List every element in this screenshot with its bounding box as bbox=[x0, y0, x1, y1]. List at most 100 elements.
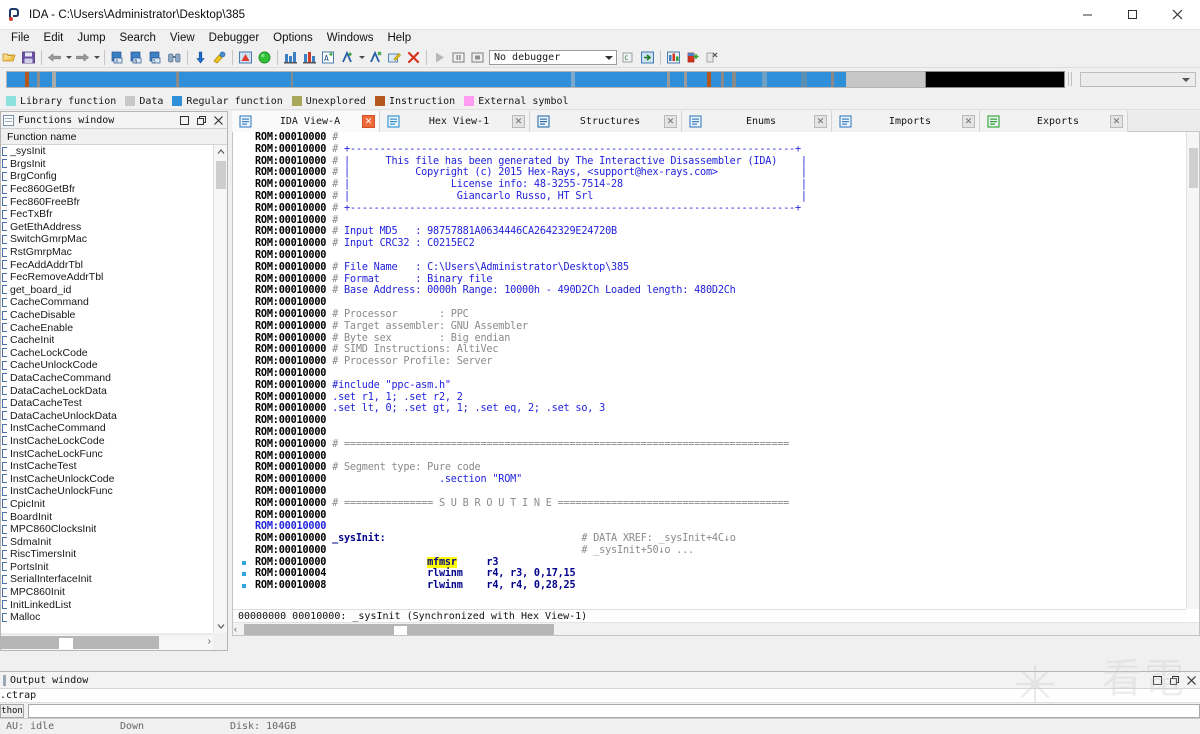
function-list-item[interactable]: DataCacheUnlockData bbox=[1, 409, 213, 422]
scrollbar-thumb[interactable] bbox=[216, 161, 226, 189]
scrollbar-thumb[interactable] bbox=[1189, 148, 1198, 188]
function-list-item[interactable]: InstCacheUnlockCode bbox=[1, 472, 213, 485]
scrollbar-thumb[interactable] bbox=[394, 626, 407, 635]
function-list-item[interactable]: CacheUnlockCode bbox=[1, 359, 213, 372]
menu-view[interactable]: View bbox=[163, 30, 202, 47]
disassembly-line[interactable]: ROM:00010000 #include "ppc-asm.h" bbox=[233, 380, 1186, 392]
functions-list[interactable]: _sysInit BrgsInit BrgConfig Fec860GetBfr Fec… bbox=[1, 145, 213, 633]
disassembly-line[interactable]: ROM:00010000 # Processor Profile: Server bbox=[233, 356, 1186, 368]
function-list-item[interactable]: CacheEnable bbox=[1, 321, 213, 334]
disassembly-line[interactable]: ROM:00010000 bbox=[233, 427, 1186, 439]
jump-to-address-button[interactable]: A bbox=[108, 48, 127, 67]
run-button[interactable] bbox=[255, 48, 274, 67]
maximize-output-button[interactable] bbox=[1149, 673, 1166, 688]
navigation-zoom-select[interactable] bbox=[1080, 72, 1196, 87]
function-list-item[interactable]: get_board_id bbox=[1, 284, 213, 297]
menu-file[interactable]: File bbox=[4, 30, 37, 47]
function-list-item[interactable]: DataCacheLockData bbox=[1, 384, 213, 397]
function-list-item[interactable]: SwitchGmrpMac bbox=[1, 233, 213, 246]
forward-dropdown[interactable] bbox=[92, 48, 101, 67]
step-into-button[interactable] bbox=[638, 48, 657, 67]
disassembly-line[interactable]: ROM:00010000 bbox=[233, 415, 1186, 427]
tab-ida-view-a[interactable]: IDA View-A ✕ bbox=[232, 111, 380, 132]
function-list-item[interactable]: FecRemoveAddrTbl bbox=[1, 271, 213, 284]
function-list-item[interactable]: RiscTimersInit bbox=[1, 548, 213, 561]
breakpoint-gutter[interactable] bbox=[233, 584, 255, 589]
maximize-panel-button[interactable] bbox=[176, 113, 193, 128]
debug-options-button[interactable]: C bbox=[619, 48, 638, 67]
disassembly-line[interactable]: ROM:00010000 # _sysInit+50↓o ... bbox=[233, 545, 1186, 557]
disassembly-line[interactable]: ROM:00010000 bbox=[233, 451, 1186, 463]
disassembly-line[interactable]: ROM:00010000 _sysInit: # DATA XREF: _sys… bbox=[233, 533, 1186, 545]
function-list-item[interactable]: MPC860Init bbox=[1, 586, 213, 599]
function-list-item[interactable]: Fec860GetBfr bbox=[1, 183, 213, 196]
functions-column-header[interactable]: Function name bbox=[1, 129, 227, 145]
close-panel-button[interactable] bbox=[210, 113, 227, 128]
disassembly-line[interactable]: ROM:00010000 bbox=[233, 486, 1186, 498]
disassembly-line[interactable]: ROM:00010004 rlwinm r4, r3, 0,17,15 bbox=[233, 568, 1186, 580]
disassembly-line[interactable]: ROM:00010000 # +------------------------… bbox=[233, 144, 1186, 156]
disassembly-line[interactable]: ROM:00010000 bbox=[233, 368, 1186, 380]
scroll-down-icon[interactable] bbox=[214, 619, 228, 633]
menu-search[interactable]: Search bbox=[112, 30, 162, 47]
function-list-item[interactable]: CacheCommand bbox=[1, 296, 213, 309]
function-list-item[interactable]: CacheInit bbox=[1, 334, 213, 347]
disassembly-line[interactable]: ROM:00010000 # =============== S U B R O… bbox=[233, 498, 1186, 510]
jump-to-problem-button[interactable] bbox=[210, 48, 229, 67]
undefine-button[interactable] bbox=[366, 48, 385, 67]
clear-breakpoints-button[interactable] bbox=[702, 48, 721, 67]
jump-to-segment-button[interactable]: S bbox=[146, 48, 165, 67]
function-list-item[interactable]: SdmaInit bbox=[1, 535, 213, 548]
disassembly-line[interactable]: ROM:00010000 .set lt, 0; .set gt, 1; .se… bbox=[233, 403, 1186, 415]
menu-help[interactable]: Help bbox=[380, 30, 418, 47]
scroll-right-icon[interactable]: › bbox=[208, 636, 211, 647]
function-list-item[interactable]: GetEthAddress bbox=[1, 221, 213, 234]
navigation-band[interactable] bbox=[6, 71, 1062, 88]
open-file-button[interactable] bbox=[0, 48, 19, 67]
function-list-item[interactable]: FecTxBfr bbox=[1, 208, 213, 221]
tab-exports[interactable]: Exports ✕ bbox=[980, 111, 1128, 132]
output-window-log[interactable]: .ctrap bbox=[0, 689, 1200, 703]
disassembly-line[interactable]: ROM:00010008 rlwinm r4, r4, 0,28,25 bbox=[233, 580, 1186, 592]
python-toggle-button[interactable]: thon bbox=[0, 704, 24, 718]
jump-down-button[interactable] bbox=[191, 48, 210, 67]
tab-imports[interactable]: Imports ✕ bbox=[832, 111, 980, 132]
tab-close-button[interactable]: ✕ bbox=[1110, 115, 1123, 128]
maximize-button[interactable] bbox=[1110, 0, 1155, 30]
disassembly-line[interactable]: ROM:00010000 mfmsr r3 bbox=[233, 556, 1186, 569]
debug-stop-button[interactable] bbox=[468, 48, 487, 67]
disassembly-line[interactable]: ROM:00010000 # Base Address: 0000h Range… bbox=[233, 285, 1186, 297]
disassembly-line[interactable]: ROM:00010000 # Byte sex : Big endian bbox=[233, 333, 1186, 345]
function-list-item[interactable]: InstCacheTest bbox=[1, 460, 213, 473]
function-list-item[interactable]: CacheLockCode bbox=[1, 347, 213, 360]
function-list-item[interactable]: DataCacheCommand bbox=[1, 372, 213, 385]
debug-pause-button[interactable] bbox=[449, 48, 468, 67]
tab-close-button[interactable]: ✕ bbox=[362, 115, 375, 128]
search-button[interactable] bbox=[165, 48, 184, 67]
function-list-item[interactable]: PortsInit bbox=[1, 561, 213, 574]
tab-enums[interactable]: Enums ✕ bbox=[682, 111, 832, 132]
function-list-item[interactable]: BrgConfig bbox=[1, 170, 213, 183]
scroll-left-icon[interactable]: ‹ bbox=[234, 624, 237, 634]
function-list-item[interactable]: SerialInterfaceInit bbox=[1, 573, 213, 586]
function-list-item[interactable]: FecAddAddrTbl bbox=[1, 258, 213, 271]
graph-view-button[interactable] bbox=[236, 48, 255, 67]
tab-structures[interactable]: Structures ✕ bbox=[530, 111, 682, 132]
function-list-item[interactable]: Malloc bbox=[1, 611, 213, 624]
menu-windows[interactable]: Windows bbox=[320, 30, 381, 47]
function-list-item[interactable]: InitLinkedList bbox=[1, 598, 213, 611]
disassembly-vertical-scrollbar[interactable] bbox=[1186, 132, 1199, 609]
disassembly-line[interactable]: ROM:00010000 # SIMD Instructions: AltiVe… bbox=[233, 344, 1186, 356]
debugger-select[interactable]: No debugger bbox=[489, 49, 617, 65]
command-input[interactable] bbox=[28, 704, 1200, 718]
tab-hex-view-1[interactable]: Hex View-1 ✕ bbox=[380, 111, 530, 132]
disassembly-line[interactable]: ROM:00010000 bbox=[233, 297, 1186, 309]
minimize-button[interactable] bbox=[1065, 0, 1110, 30]
function-list-item[interactable]: CacheDisable bbox=[1, 309, 213, 322]
debug-start-button[interactable] bbox=[430, 48, 449, 67]
scroll-up-icon[interactable] bbox=[214, 145, 228, 159]
make-ascii-button[interactable]: A bbox=[319, 48, 338, 67]
disassembly-line[interactable]: ROM:00010000 # Segment type: Pure code bbox=[233, 462, 1186, 474]
scrollbar-track[interactable] bbox=[244, 624, 554, 635]
disassembly-line[interactable]: ROM:00010000 # Target assembler: GNU Ass… bbox=[233, 321, 1186, 333]
